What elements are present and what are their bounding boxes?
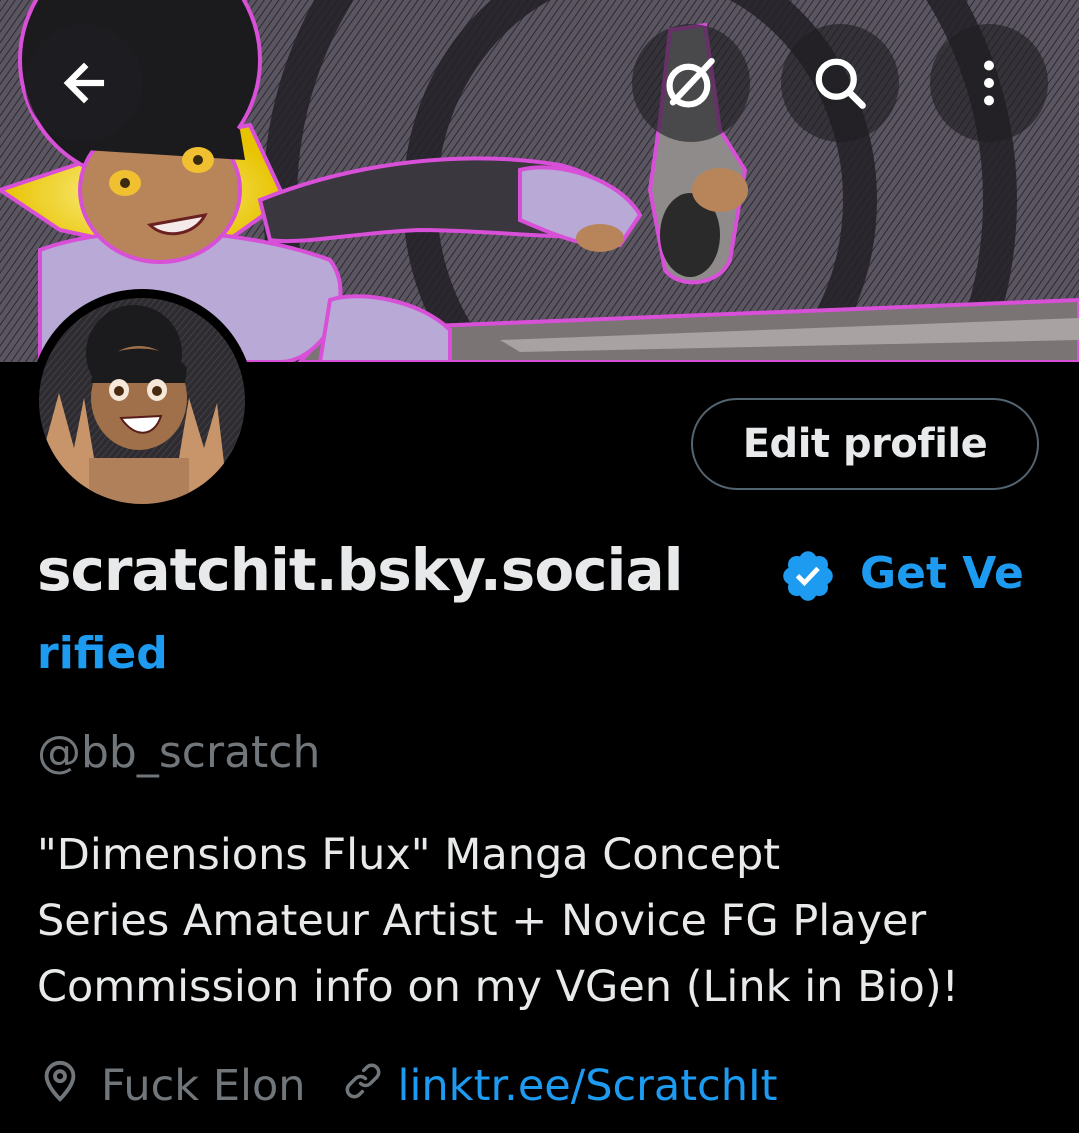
- back-button[interactable]: [25, 24, 143, 142]
- grok-button[interactable]: [632, 24, 750, 142]
- avatar-image: [39, 298, 245, 504]
- profile-website-link[interactable]: linktr.ee/ScratchIt: [398, 1061, 778, 1111]
- bio: "Dimensions Flux" Manga Concept Series A…: [37, 822, 959, 1020]
- avatar[interactable]: [30, 289, 254, 513]
- location-pin-icon: [37, 1058, 83, 1115]
- get-verified-link-continued[interactable]: rified: [37, 628, 168, 679]
- arrow-left-icon: [55, 54, 113, 112]
- grok-icon: [660, 52, 722, 114]
- profile-meta-row: Fuck Elon linktr.ee/ScratchIt: [37, 1058, 778, 1114]
- more-vertical-icon: [959, 53, 1019, 113]
- search-button[interactable]: [781, 24, 899, 142]
- edit-profile-button[interactable]: Edit profile: [691, 398, 1039, 490]
- bio-line: Series Amateur Artist + Novice FG Player: [37, 896, 927, 946]
- link-icon: [342, 1060, 384, 1113]
- user-handle: @bb_scratch: [37, 727, 321, 778]
- search-icon: [810, 53, 870, 113]
- location-text: Fuck Elon: [101, 1061, 306, 1111]
- verified-badge-icon: [779, 547, 837, 605]
- bio-line: Commission info on my VGen (Link in Bio)…: [37, 962, 959, 1012]
- get-verified-link[interactable]: Get Ve: [860, 548, 1024, 599]
- bio-line: "Dimensions Flux" Manga Concept: [37, 830, 781, 880]
- display-name: scratchit.bsky.social: [37, 536, 683, 604]
- more-button[interactable]: [930, 24, 1048, 142]
